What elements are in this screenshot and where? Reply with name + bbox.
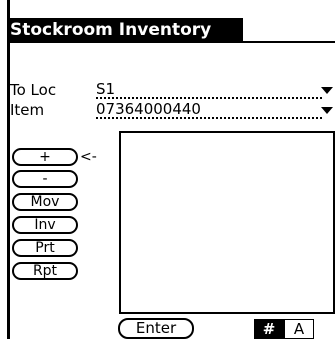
- inv-button[interactable]: Inv: [12, 216, 78, 234]
- item-field[interactable]: 07364000440: [96, 100, 322, 119]
- mov-button[interactable]: Mov: [12, 193, 78, 211]
- prt-button[interactable]: Prt: [12, 239, 78, 257]
- item-row: Item 07364000440: [10, 100, 335, 120]
- to-loc-field[interactable]: S1: [96, 80, 322, 99]
- numeric-mode-indicator[interactable]: #: [254, 319, 284, 339]
- to-loc-row: To Loc S1: [10, 80, 335, 100]
- enter-button[interactable]: Enter: [118, 318, 194, 339]
- page-title: Stockroom Inventory: [7, 18, 243, 43]
- to-loc-dropdown-icon[interactable]: [321, 87, 333, 94]
- title-bar: Stockroom Inventory: [7, 18, 335, 43]
- item-label: Item: [10, 101, 45, 119]
- to-loc-label: To Loc: [10, 81, 57, 99]
- minus-button[interactable]: -: [12, 170, 78, 188]
- log-textarea[interactable]: [119, 131, 335, 314]
- rpt-button[interactable]: Rpt: [12, 262, 78, 280]
- window-left-border: [7, 0, 10, 339]
- item-dropdown-icon[interactable]: [321, 107, 333, 114]
- alpha-mode-indicator[interactable]: A: [284, 319, 314, 339]
- selected-command-indicator: <-: [80, 149, 97, 165]
- plus-button[interactable]: +: [12, 148, 78, 166]
- title-underline: [7, 41, 335, 43]
